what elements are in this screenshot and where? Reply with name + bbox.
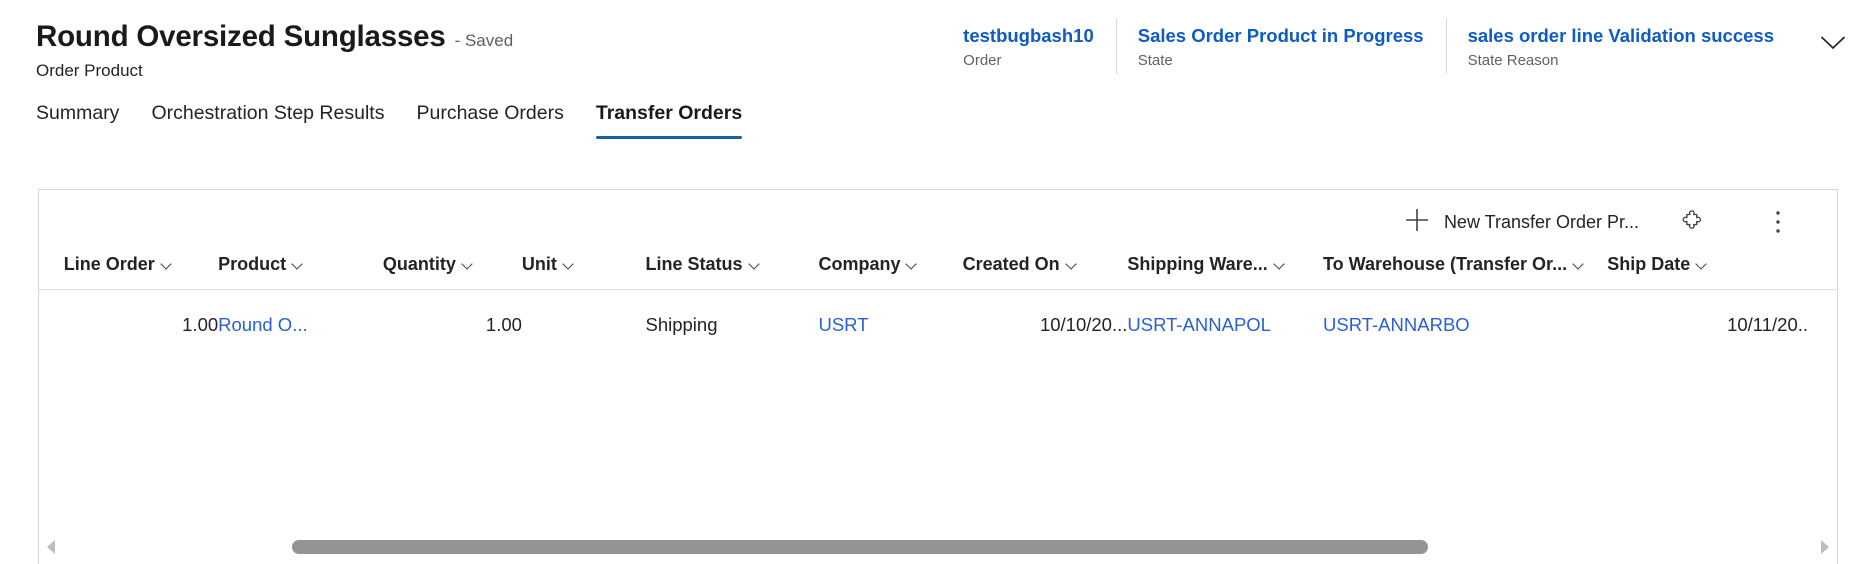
tab-purchase-orders[interactable]: Purchase Orders xyxy=(400,98,579,139)
new-transfer-order-product-label: New Transfer Order Pr... xyxy=(1443,211,1639,232)
column-header-created-on-label: Created On xyxy=(962,254,1060,274)
header-field-state-reason[interactable]: sales order line Validation success Stat… xyxy=(1445,18,1796,76)
cell-created-on: 10/10/20... xyxy=(963,290,1128,348)
cell-ship-date: 10/11/20.. xyxy=(1607,290,1808,348)
transfer-orders-table: Line Order Product Quantity Unit Line St… xyxy=(39,254,1837,348)
cell-line-status: Shipping xyxy=(645,290,818,348)
cell-unit xyxy=(522,290,646,348)
tab-orchestration-step-results[interactable]: Orchestration Step Results xyxy=(135,98,400,139)
save-status-label: - Saved xyxy=(454,31,514,50)
column-header-shipping-warehouse-label: Shipping Ware... xyxy=(1127,254,1268,274)
column-header-created-on[interactable]: Created On xyxy=(962,254,1128,290)
column-header-company[interactable]: Company xyxy=(818,254,963,290)
tab-transfer-orders-label: Transfer Orders xyxy=(595,102,743,124)
column-header-ship-date[interactable]: Ship Date xyxy=(1607,254,1809,290)
plus-icon xyxy=(1404,207,1430,238)
column-header-line-order-label: Line Order xyxy=(63,254,155,274)
header-field-state-reason-value[interactable]: sales order line Validation success xyxy=(1468,24,1774,47)
grid-horizontal-scrollbar[interactable] xyxy=(38,536,1838,558)
tab-transfer-orders[interactable]: Transfer Orders xyxy=(580,98,758,139)
header-field-state-reason-caption: State Reason xyxy=(1467,52,1559,70)
header-field-state-caption: State xyxy=(1137,52,1173,70)
row-gutter-left xyxy=(39,290,64,348)
header-field-order[interactable]: testbugbash10 Order xyxy=(941,24,1116,76)
header-field-state-value[interactable]: Sales Order Product in Progress xyxy=(1138,24,1424,47)
tab-purchase-orders-label: Purchase Orders xyxy=(416,102,564,124)
header-field-order-value[interactable]: testbugbash10 xyxy=(963,24,1094,47)
new-transfer-order-product-button[interactable]: New Transfer Order Pr... xyxy=(1394,201,1649,244)
chevron-down-icon xyxy=(162,259,173,270)
column-header-ship-date-label: Ship Date xyxy=(1607,254,1691,274)
column-header-shipping-warehouse[interactable]: Shipping Ware... xyxy=(1127,254,1324,290)
cell-product-link[interactable]: Round O... xyxy=(218,314,307,335)
cell-shipping-warehouse-link[interactable]: USRT-ANNAPOL xyxy=(1127,314,1271,335)
column-header-line-order[interactable]: Line Order xyxy=(63,254,219,290)
title-row: Round Oversized Sunglasses - Saved xyxy=(36,20,513,54)
chevron-down-icon xyxy=(1574,259,1585,270)
more-vertical-icon[interactable] xyxy=(1757,201,1799,243)
column-header-product-label: Product xyxy=(218,254,287,274)
table-header-row: Line Order Product Quantity Unit Line St… xyxy=(39,254,1837,290)
cell-to-warehouse-link[interactable]: USRT-ANNARBO xyxy=(1323,314,1470,335)
grid-command-bar: New Transfer Order Pr... xyxy=(39,190,1837,254)
column-header-line-status-label: Line Status xyxy=(645,254,743,274)
column-header-quantity-label: Quantity xyxy=(382,254,456,274)
cell-to-warehouse[interactable]: USRT-ANNARBO xyxy=(1323,290,1607,348)
tab-summary[interactable]: Summary xyxy=(36,98,135,139)
chevron-down-icon xyxy=(293,259,304,270)
chevron-down-icon xyxy=(907,259,918,270)
cell-quantity: 1.00 xyxy=(383,290,522,348)
row-gutter-right xyxy=(1808,290,1837,348)
column-header-quantity[interactable]: Quantity xyxy=(382,254,522,290)
chevron-down-icon xyxy=(564,259,575,270)
header-field-order-caption: Order xyxy=(963,52,1002,70)
scrollbar-track[interactable] xyxy=(66,540,1810,554)
column-header-company-label: Company xyxy=(818,254,901,274)
tab-orchestration-step-results-label: Orchestration Step Results xyxy=(151,102,385,124)
chevron-left-icon[interactable] xyxy=(38,536,64,558)
chevron-down-icon xyxy=(1067,259,1078,270)
cell-company[interactable]: USRT xyxy=(818,290,962,348)
scrollbar-thumb[interactable] xyxy=(292,540,1428,554)
record-header: Round Oversized Sunglasses - Saved Order… xyxy=(0,0,1876,96)
cell-line-status-value: Shipping xyxy=(645,314,718,335)
chevron-right-icon[interactable] xyxy=(1812,536,1838,558)
cell-quantity-value: 1.00 xyxy=(485,314,522,335)
cell-company-link[interactable]: USRT xyxy=(818,314,868,335)
header-field-strip: testbugbash10 Order Sales Order Product … xyxy=(941,18,1860,80)
table-gutter-left xyxy=(39,254,64,290)
chevron-down-icon[interactable] xyxy=(1816,26,1850,60)
chevron-down-icon xyxy=(1275,259,1286,270)
column-header-to-warehouse-label: To Warehouse (Transfer Or... xyxy=(1323,254,1568,274)
column-header-line-status[interactable]: Line Status xyxy=(645,254,819,290)
chevron-down-icon xyxy=(1697,259,1708,270)
page-title: Round Oversized Sunglasses xyxy=(36,20,446,53)
grid-scroll-area: Line Order Product Quantity Unit Line St… xyxy=(39,254,1837,348)
record-header-left: Round Oversized Sunglasses - Saved Order… xyxy=(36,20,513,81)
transfer-orders-grid-panel: New Transfer Order Pr... Line Order Prod… xyxy=(38,189,1838,564)
chevron-down-icon xyxy=(463,259,474,270)
table-gutter-right xyxy=(1808,254,1837,290)
table-row[interactable]: 1.00 Round O... 1.00 Shipping USRT 10/10… xyxy=(39,290,1837,348)
column-header-unit[interactable]: Unit xyxy=(521,254,646,290)
record-tab-bar: Summary Orchestration Step Results Purch… xyxy=(36,98,758,139)
column-header-to-warehouse[interactable]: To Warehouse (Transfer Or... xyxy=(1323,254,1608,290)
tab-summary-label: Summary xyxy=(36,102,120,124)
column-header-unit-label: Unit xyxy=(521,254,557,274)
header-field-state[interactable]: Sales Order Product in Progress State xyxy=(1115,18,1446,76)
chevron-down-icon xyxy=(750,259,761,270)
cell-shipping-warehouse[interactable]: USRT-ANNAPOL xyxy=(1127,290,1323,348)
cell-product[interactable]: Round O... xyxy=(218,290,383,348)
cell-ship-date-value: 10/11/20.. xyxy=(1727,314,1809,335)
entity-type-label: Order Product xyxy=(36,60,143,80)
cell-line-order: 1.00 xyxy=(64,290,218,348)
cell-line-order-value: 1.00 xyxy=(182,314,219,335)
puzzle-icon[interactable] xyxy=(1671,201,1713,243)
cell-created-on-value: 10/10/20... xyxy=(1039,314,1128,335)
column-header-product[interactable]: Product xyxy=(218,254,383,290)
